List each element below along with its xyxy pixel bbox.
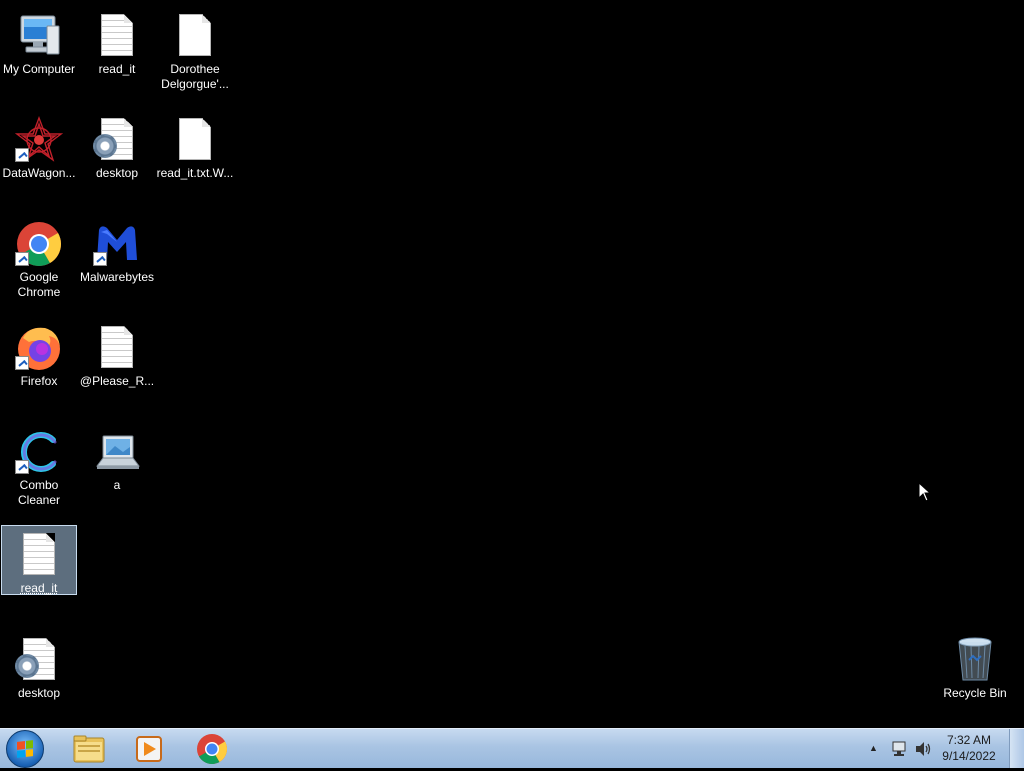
clock-time: 7:32 AM (936, 732, 1002, 748)
desktop-icon-read-it-selected[interactable]: read_it (1, 525, 77, 595)
icon-label: read_it (0, 581, 79, 596)
desktop-icon-please-read[interactable]: @Please_R... (79, 318, 155, 414)
text-document-icon (93, 324, 141, 372)
desktop-icon-recycle-bin[interactable]: Recycle Bin (937, 630, 1013, 726)
desktop-icon-firefox[interactable]: Firefox (1, 318, 77, 414)
combo-cleaner-icon (15, 428, 63, 476)
desktop-icon-read-it[interactable]: read_it (79, 6, 155, 102)
text-document-icon (93, 12, 141, 60)
desktop-icon-datawagon[interactable]: DataWagon... (1, 110, 77, 206)
windows-logo-icon (17, 740, 33, 758)
volume-icon[interactable] (914, 740, 932, 761)
computer-icon (15, 12, 63, 60)
icon-label: read_it.txt.W... (155, 166, 235, 181)
icon-label: Combo Cleaner (0, 478, 79, 508)
desktop[interactable]: My Computer DataWagon... Google Chrome F… (0, 0, 1024, 728)
icon-label: read_it (77, 62, 157, 77)
taskbar-windows-explorer[interactable] (62, 732, 116, 766)
desktop-icon-desktop-ini[interactable]: desktop (79, 110, 155, 206)
icon-label: DataWagon... (0, 166, 79, 181)
icon-label: Firefox (0, 374, 79, 389)
taskbar-google-chrome[interactable] (185, 732, 239, 766)
desktop-icon-desktop-ini-2[interactable]: desktop (1, 630, 77, 726)
shortcut-arrow-icon (15, 356, 29, 370)
text-document-icon (15, 531, 63, 579)
datawagon-icon (15, 116, 63, 164)
shortcut-arrow-icon (15, 460, 29, 474)
icon-label: Google Chrome (0, 270, 79, 300)
shortcut-arrow-icon (93, 252, 107, 266)
system-clock[interactable]: 7:32 AM 9/14/2022 (936, 732, 1002, 764)
icon-label: Dorothee Delgorgue'... (155, 62, 235, 92)
desktop-icon-my-computer[interactable]: My Computer (1, 6, 77, 102)
desktop-icon-dorothee-delgorgue[interactable]: Dorothee Delgorgue'... (157, 6, 233, 102)
icon-label: My Computer (0, 62, 79, 77)
folder-icon (62, 732, 116, 766)
desktop-icon-google-chrome[interactable]: Google Chrome (1, 214, 77, 310)
desktop-icon-combo-cleaner[interactable]: Combo Cleaner (1, 422, 77, 518)
icon-label: @Please_R... (77, 374, 157, 389)
network-icon[interactable] (890, 740, 908, 761)
shortcut-arrow-icon (15, 148, 29, 162)
settings-file-icon (15, 636, 63, 684)
show-hidden-icons-button[interactable]: ▲ (869, 743, 878, 753)
settings-file-icon (93, 116, 141, 164)
icon-label: Malwarebytes (77, 270, 157, 285)
desktop-icon-malwarebytes[interactable]: Malwarebytes (79, 214, 155, 310)
malwarebytes-icon (93, 220, 141, 268)
taskbar: ▲ 7:32 AM 9/14/2022 (0, 728, 1024, 768)
icon-label: desktop (0, 686, 79, 701)
desktop-icon-read-it-txt-w[interactable]: read_it.txt.W... (157, 110, 233, 206)
blank-file-icon (171, 116, 219, 164)
clock-date: 9/14/2022 (936, 748, 1002, 764)
icon-label: Recycle Bin (935, 686, 1015, 701)
taskbar-media-player[interactable] (122, 732, 176, 766)
gear-icon (15, 654, 39, 678)
firefox-icon (15, 324, 63, 372)
start-button[interactable] (6, 730, 44, 768)
media-player-icon (122, 732, 176, 766)
recycle-bin-icon (951, 636, 999, 684)
icon-label: a (77, 478, 157, 493)
chrome-icon (185, 732, 239, 766)
mouse-cursor-icon (918, 482, 932, 507)
laptop-icon (93, 428, 141, 476)
desktop-icon-a[interactable]: a (79, 422, 155, 518)
gear-icon (93, 134, 117, 158)
blank-file-icon (171, 12, 219, 60)
show-desktop-button[interactable] (1009, 729, 1024, 768)
chrome-icon (15, 220, 63, 268)
icon-label: desktop (77, 166, 157, 181)
shortcut-arrow-icon (15, 252, 29, 266)
